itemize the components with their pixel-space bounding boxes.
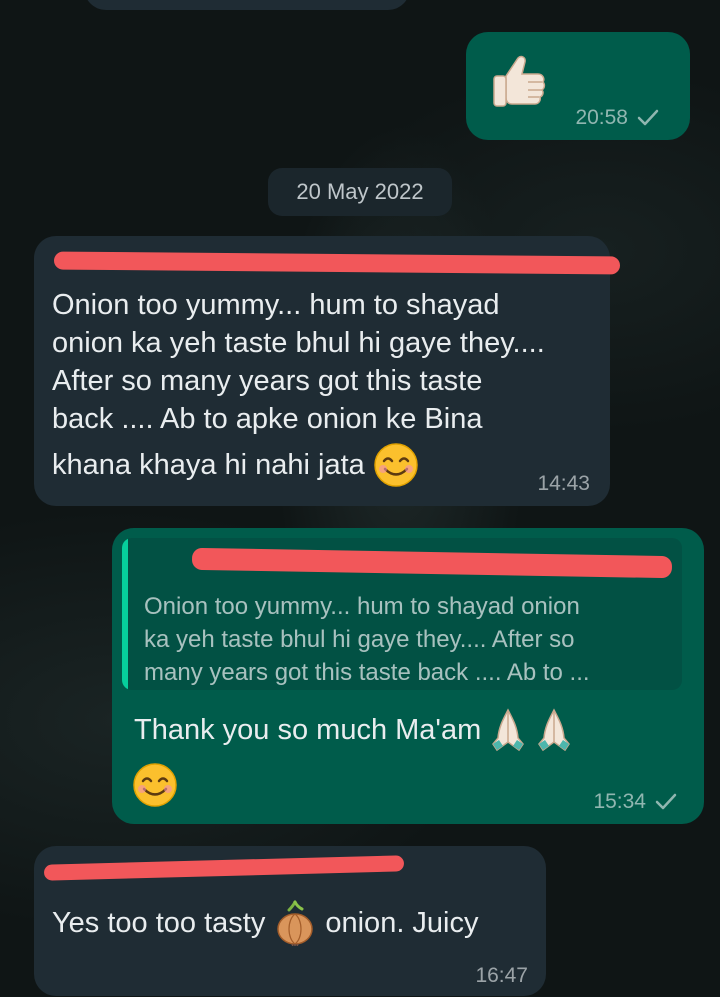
message-meta: 15:34 [593, 790, 678, 814]
quoted-line: Onion too yummy... hum to shayad onion [144, 593, 580, 620]
message-line: khana khaya hi nahi jata [52, 449, 365, 481]
date-separator: 20 May 2022 [268, 168, 452, 216]
quoted-line: ka yeh taste bhul hi gaye they.... After… [144, 626, 575, 653]
message-bubble-outgoing-thumbs-up[interactable]: 20:58 [466, 32, 690, 140]
smiling-face-emoji-icon [133, 763, 177, 807]
chat-screen: 20:58 20 May 2022 Onion too yummy... hum… [0, 0, 720, 997]
folded-hands-emoji-icon [492, 708, 525, 752]
message-line: Onion too yummy... hum to shayad [52, 289, 500, 321]
message-time: 20:58 [575, 106, 628, 129]
message-time: 15:34 [593, 790, 646, 813]
quote-accent-bar [122, 538, 128, 690]
quoted-message[interactable]: Onion too yummy... hum to shayad onion k… [122, 538, 682, 690]
message-text: Yes too too tasty onion. Juicy [52, 900, 479, 946]
message-text-segment: onion. Juicy [325, 907, 479, 939]
message-text-segment: Yes too too tasty [52, 907, 266, 939]
message-text: Onion too yummy... hum to shayad onion k… [52, 286, 602, 488]
thumbs-up-emoji-icon [493, 55, 546, 107]
previous-message-bubble-partial[interactable] [84, 0, 410, 10]
message-meta: 16:47 [475, 964, 528, 988]
message-line: After so many years got this taste [52, 365, 483, 397]
message-time: 14:43 [537, 472, 590, 495]
folded-hands-emoji-icon [538, 708, 571, 752]
message-line: Thank you so much Ma'am [134, 714, 482, 746]
message-line: back .... Ab to apke onion ke Bina [52, 403, 483, 435]
sent-check-icon [655, 793, 677, 810]
onion-emoji-icon [277, 900, 314, 946]
message-bubble-incoming[interactable]: Yes too too tasty onion. Juicy 16:47 [34, 846, 546, 996]
message-time: 16:47 [475, 964, 528, 987]
message-line: onion ka yeh taste bhul hi gaye they.... [52, 327, 545, 359]
sender-redaction-mark [53, 251, 621, 275]
sender-redaction-mark [43, 855, 405, 881]
sent-check-icon [637, 109, 659, 126]
message-meta: 14:43 [537, 472, 590, 496]
message-bubble-incoming[interactable]: Onion too yummy... hum to shayad onion k… [34, 236, 621, 506]
message-bubble-outgoing-reply[interactable]: Onion too yummy... hum to shayad onion k… [112, 528, 704, 824]
message-text: Thank you so much Ma'am [134, 708, 573, 752]
quoted-sender-redaction-mark [191, 547, 673, 579]
message-meta: 20:58 [575, 106, 660, 130]
smiling-face-emoji-icon [374, 443, 418, 487]
quoted-line: many years got this taste back .... Ab t… [144, 659, 590, 686]
quoted-text: Onion too yummy... hum to shayad onion k… [144, 590, 674, 689]
